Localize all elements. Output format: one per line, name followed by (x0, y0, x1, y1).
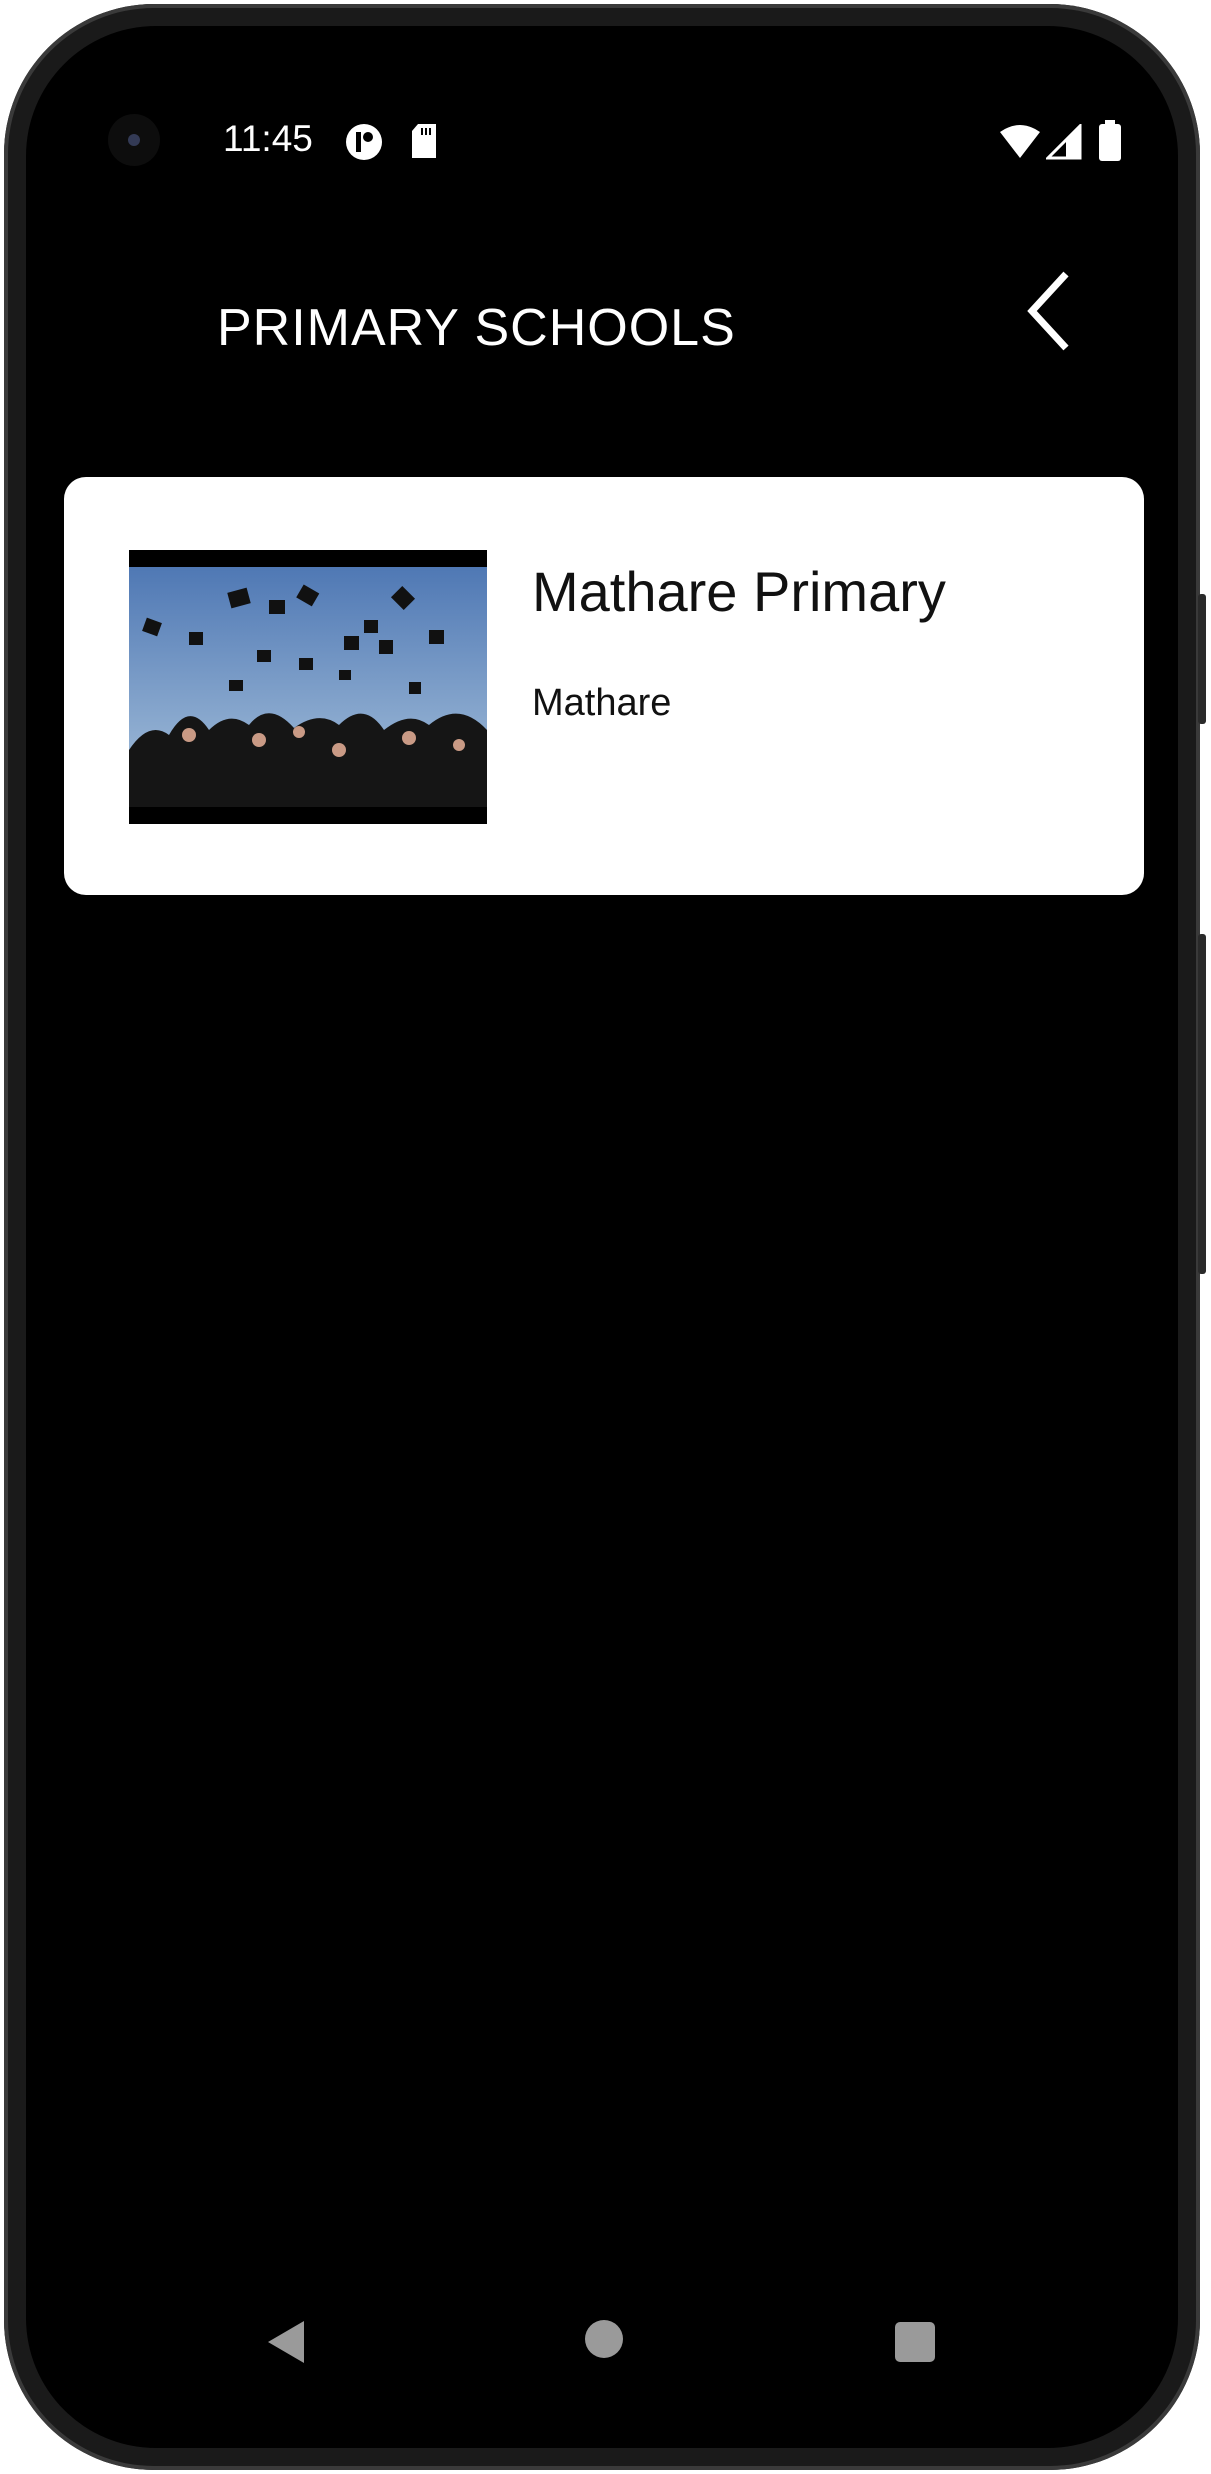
nav-recents-button[interactable] (895, 2322, 935, 2362)
status-time: 11:45 (223, 118, 313, 159)
school-card[interactable]: Mathare Primary Mathare (64, 477, 1144, 895)
nav-home-button[interactable] (585, 2320, 623, 2358)
app-notification-icon (346, 124, 382, 160)
nav-back-icon[interactable] (266, 2319, 306, 2365)
school-location: Mathare (532, 682, 672, 724)
signal-icon (1046, 124, 1082, 160)
camera-icon (108, 114, 160, 166)
page-title: PRIMARY SCHOOLS (217, 299, 736, 357)
screen: 11:45 PRIMARY SCHOOLS Mathare Primary Ma… (26, 26, 1178, 2448)
phone-frame: 11:45 PRIMARY SCHOOLS Mathare Primary Ma… (4, 4, 1206, 2470)
wifi-icon (1000, 125, 1040, 158)
power-button (1198, 594, 1206, 724)
chevron-left-icon[interactable] (1016, 266, 1086, 356)
battery-icon (1099, 120, 1121, 161)
sd-card-icon (412, 124, 436, 158)
school-name: Mathare Primary (532, 560, 946, 623)
school-image (129, 550, 487, 824)
volume-button (1198, 934, 1206, 1274)
